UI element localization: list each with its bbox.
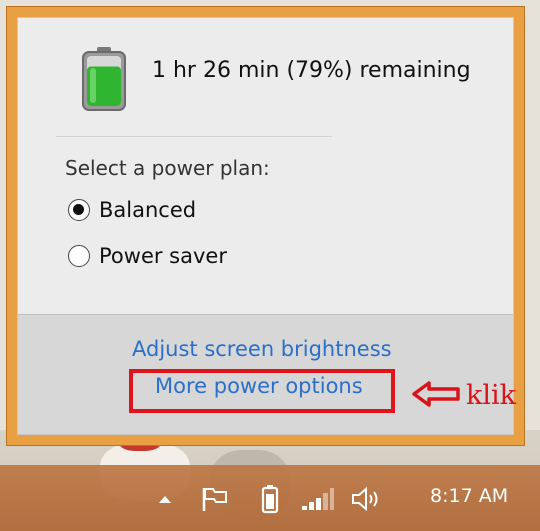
power-plan-option-label: Power saver — [99, 244, 227, 268]
battery-status-section: 1 hr 26 min (79%) remaining — [18, 18, 513, 134]
battery-remaining-text: 1 hr 26 min (79%) remaining — [152, 58, 471, 83]
annotation-label: klik — [466, 380, 516, 411]
battery-icon — [82, 47, 126, 111]
battery-tray-icon[interactable] — [258, 484, 282, 514]
adjust-screen-brightness-link[interactable]: Adjust screen brightness — [132, 337, 392, 361]
power-plan-option-label: Balanced — [99, 198, 197, 222]
divider — [56, 136, 332, 137]
power-plan-title: Select a power plan: — [65, 156, 270, 180]
volume-icon[interactable] — [350, 484, 384, 514]
power-plan-option-balanced[interactable]: Balanced — [68, 198, 196, 222]
taskbar-clock[interactable]: 8:17 AM — [430, 485, 508, 507]
radio-button-checked[interactable] — [68, 199, 90, 221]
annotation-highlight-box — [129, 369, 395, 413]
network-signal-icon[interactable] — [300, 484, 336, 514]
action-center-flag-icon[interactable] — [198, 484, 232, 514]
radio-button-unchecked[interactable] — [68, 245, 90, 267]
power-plan-option-power-saver[interactable]: Power saver — [68, 244, 227, 268]
annotation-arrow-icon — [412, 381, 460, 407]
show-hidden-icons-icon[interactable] — [155, 484, 175, 514]
